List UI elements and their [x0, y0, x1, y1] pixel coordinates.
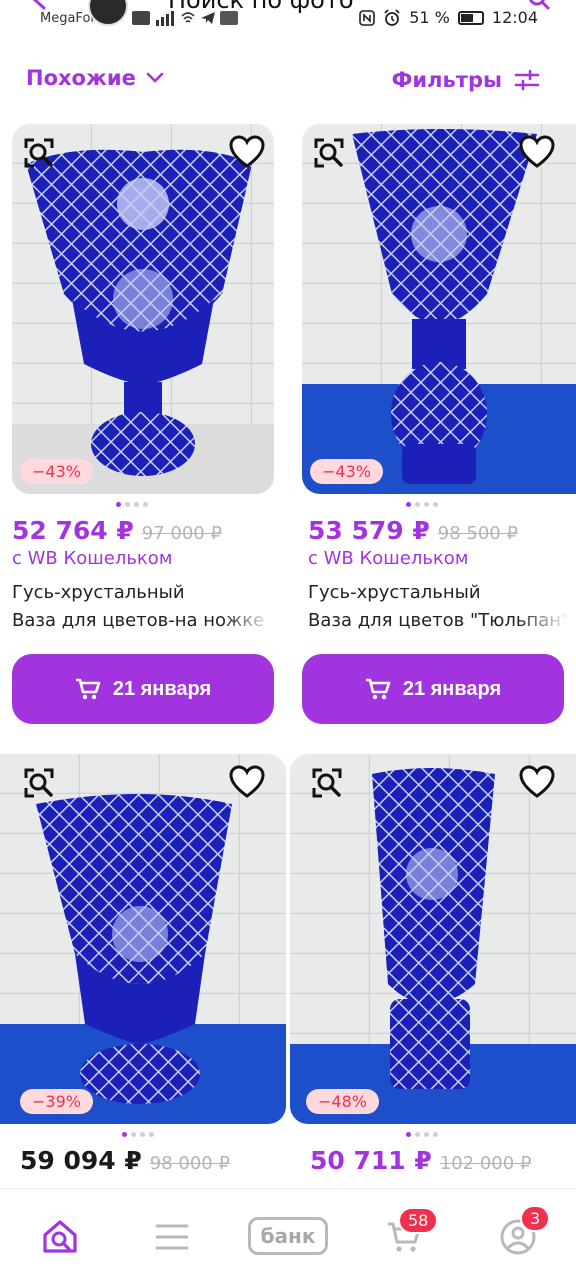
- discount-badge: −43%: [310, 459, 383, 484]
- add-to-cart-button[interactable]: 21 января: [12, 654, 274, 724]
- add-to-cart-button[interactable]: 21 января: [302, 654, 564, 724]
- profile-notification-badge: 3: [520, 1205, 551, 1232]
- wallet-note: с WB Кошельком: [12, 548, 173, 569]
- nav-catalog[interactable]: [148, 1213, 196, 1261]
- product-brand: Гусь-хрустальный: [12, 582, 185, 603]
- volte-icon: [132, 11, 150, 25]
- product-image[interactable]: −43%: [12, 124, 274, 494]
- filters-label: Фильтры: [391, 68, 502, 92]
- vase-photo: [302, 124, 576, 494]
- old-price: 98 000 ₽: [149, 1153, 230, 1174]
- similar-sort-button[interactable]: Похожие: [26, 66, 164, 90]
- product-brand: Гусь-хрустальный: [308, 582, 481, 603]
- discount-badge: −43%: [20, 459, 93, 484]
- battery-percent: 51 %: [409, 8, 450, 27]
- delivery-date: 21 января: [402, 677, 502, 700]
- price: 53 579 ₽: [308, 516, 430, 545]
- search-icon[interactable]: [528, 0, 550, 10]
- discount-badge: −48%: [306, 1089, 379, 1114]
- heart-icon[interactable]: [518, 134, 556, 172]
- system-status: 51 % 12:04: [359, 8, 538, 27]
- menu-icon: [155, 1224, 189, 1250]
- back-arrow-icon[interactable]: [30, 0, 50, 10]
- old-price: 102 000 ₽: [439, 1153, 532, 1174]
- battery-icon: [457, 10, 484, 25]
- old-price: 97 000 ₽: [141, 523, 222, 544]
- heart-icon[interactable]: [518, 764, 556, 802]
- image-search-icon[interactable]: [22, 136, 56, 170]
- nfc-icon: [359, 9, 376, 26]
- image-pager-dots: [122, 1132, 154, 1137]
- image-pager-dots: [116, 502, 148, 507]
- telegram-icon: [201, 12, 215, 24]
- home-search-icon: [43, 1220, 77, 1253]
- wifi-icon: [181, 12, 195, 23]
- results-toolbar: Похожие Фильтры: [0, 52, 576, 108]
- cart-count-badge: 58: [398, 1207, 439, 1234]
- wb-app-icon: [220, 11, 238, 25]
- chevron-down-icon: [146, 72, 164, 83]
- clock: 12:04: [491, 8, 538, 27]
- signal-icon: [156, 11, 174, 26]
- price-row: 52 764 ₽ 97 000 ₽: [12, 516, 222, 545]
- cart-icon: [365, 678, 391, 700]
- product-image[interactable]: −43%: [302, 124, 576, 494]
- price-row: 53 579 ₽ 98 500 ₽: [308, 516, 518, 545]
- price-row: 50 711 ₽ 102 000 ₽: [310, 1146, 531, 1175]
- vase-photo: [12, 124, 274, 494]
- product-image[interactable]: −48%: [290, 754, 576, 1124]
- image-pager-dots: [406, 1132, 438, 1137]
- alarm-icon: [384, 8, 400, 26]
- filters-button[interactable]: Фильтры: [392, 68, 540, 92]
- image-search-icon[interactable]: [312, 136, 346, 170]
- vase-photo: [0, 754, 286, 1124]
- notification-icons: [132, 10, 238, 26]
- product-image[interactable]: −39%: [0, 754, 286, 1124]
- wallet-note: с WB Кошельком: [308, 548, 469, 569]
- similar-label: Похожие: [26, 66, 136, 90]
- bottom-navigation: банк 58 3: [0, 1188, 576, 1280]
- status-bar: MegaFon Поиск по фото 51 % 12:04: [0, 0, 576, 40]
- filters-icon: [514, 69, 540, 91]
- heart-icon[interactable]: [228, 134, 266, 172]
- delivery-date: 21 января: [112, 677, 212, 700]
- image-search-icon[interactable]: [22, 766, 56, 800]
- discount-badge: −39%: [20, 1089, 93, 1114]
- price: 59 094 ₽: [20, 1146, 142, 1175]
- product-name: Ваза для цветов-на ножке: [12, 610, 265, 631]
- vase-photo: [290, 754, 576, 1124]
- image-search-icon[interactable]: [310, 766, 344, 800]
- cart-icon: [75, 678, 101, 700]
- price-row: 59 094 ₽ 98 000 ₽: [20, 1146, 230, 1175]
- nav-home[interactable]: [36, 1213, 84, 1261]
- image-pager-dots: [406, 502, 438, 507]
- price: 52 764 ₽: [12, 516, 134, 545]
- heart-icon[interactable]: [228, 764, 266, 802]
- old-price: 98 500 ₽: [437, 523, 518, 544]
- price: 50 711 ₽: [310, 1146, 432, 1175]
- nav-bank[interactable]: банк: [248, 1217, 328, 1255]
- product-name: Ваза для цветов "Тюльпан": [308, 610, 570, 631]
